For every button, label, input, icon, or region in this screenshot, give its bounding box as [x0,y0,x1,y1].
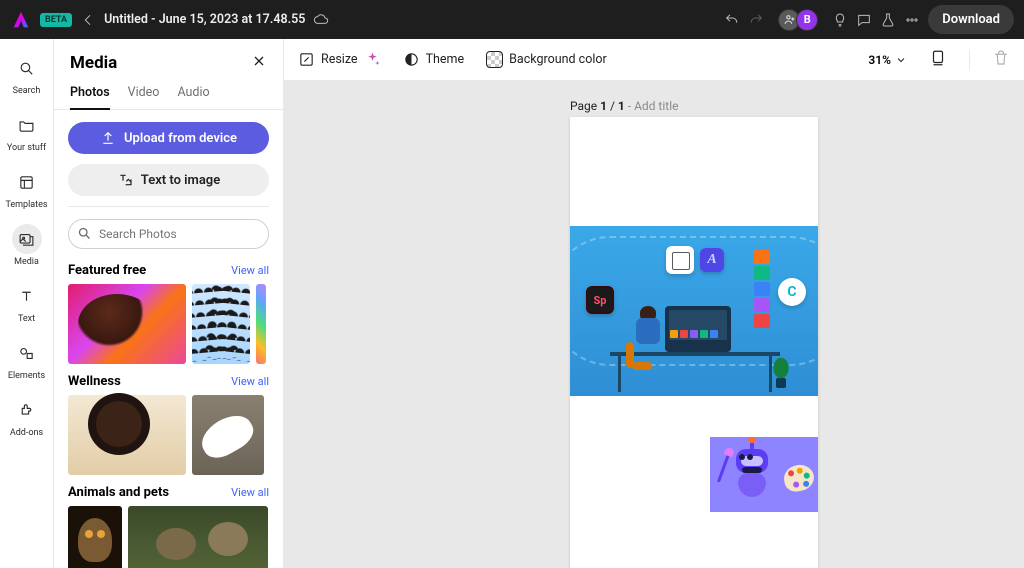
bgcolor-label: Background color [509,52,607,67]
transparent-swatch-icon [486,51,503,68]
rail-label: Media [14,257,39,267]
canvas-image-robot[interactable] [710,437,818,512]
photo-thumb[interactable] [192,395,264,475]
rail-label: Your stuff [7,143,46,153]
rail-label: Text [18,314,35,324]
photo-thumb[interactable] [256,284,266,364]
media-panel: Media Photos Video Audio Upload from dev… [54,39,284,568]
lightbulb-icon[interactable] [832,12,848,28]
tab-video[interactable]: Video [128,79,160,109]
app-icon-c: C [778,278,806,306]
top-bar: BETA Untitled - June 15, 2023 at 17.48.5… [0,0,1024,39]
tab-photos[interactable]: Photos [70,79,110,110]
more-icon[interactable] [904,12,920,28]
photo-thumb[interactable] [68,284,186,364]
share-avatars[interactable]: B [778,9,818,31]
photo-thumb[interactable] [192,284,250,364]
rail-label: Elements [8,371,45,381]
rail-label: Search [13,86,41,96]
section-animals-title: Animals and pets [68,485,169,500]
tab-audio[interactable]: Audio [177,79,209,109]
rail-label: Templates [5,200,47,210]
rail-your-stuff[interactable]: Your stuff [4,106,50,157]
photo-thumb[interactable] [68,506,122,568]
pages-icon[interactable] [929,49,947,71]
photo-thumb[interactable] [68,395,186,475]
zoom-value: 31% [868,53,891,67]
redo-icon[interactable] [748,12,764,28]
page-indicator[interactable]: Page 1 / 1 - Add title [570,99,678,113]
download-button[interactable]: Download [928,5,1014,34]
upload-label: Upload from device [124,131,237,146]
app-icon-image [666,246,694,274]
section-featured-title: Featured free [68,263,146,278]
folder-icon [12,110,42,140]
featured-thumbs [68,284,269,364]
wellness-thumbs [68,395,269,475]
main-area: Resize Theme Background color 31% [284,39,1024,568]
canvas-area[interactable]: Page 1 / 1 - Add title Sp A C [284,81,1024,568]
beaker-icon[interactable] [880,12,896,28]
search-icon [77,226,92,245]
text-to-image-button[interactable]: Text to image [68,164,269,196]
delete-icon[interactable] [992,49,1010,71]
beta-badge: BETA [40,13,72,27]
zoom-control[interactable]: 31% [868,53,907,67]
canvas-page[interactable]: Sp A C [570,117,818,568]
rail-templates[interactable]: Templates [4,163,50,214]
media-icon [12,224,42,254]
rail-label: Add-ons [10,428,43,438]
search-photos-input[interactable] [68,219,269,249]
tool-column [754,250,770,328]
view-all-featured[interactable]: View all [231,264,269,277]
panel-title: Media [70,53,117,73]
addons-icon [12,395,42,425]
theme-label: Theme [426,52,465,67]
app-icon-a: A [700,248,724,272]
upload-from-device-button[interactable]: Upload from device [68,122,269,154]
animals-thumbs [68,506,269,568]
elements-icon [12,338,42,368]
left-rail: Search Your stuff Templates Media Text E… [0,39,54,568]
templates-icon [12,167,42,197]
rail-text[interactable]: Text [4,277,50,328]
photo-thumb[interactable] [128,506,268,568]
cloud-sync-icon[interactable] [313,12,329,28]
rail-addons[interactable]: Add-ons [4,391,50,442]
view-all-wellness[interactable]: View all [231,375,269,388]
user-avatar[interactable]: B [796,9,818,31]
rail-media[interactable]: Media [4,220,50,271]
canvas-image-designer[interactable]: Sp A C [570,226,818,396]
background-color-button[interactable]: Background color [486,51,607,68]
adobe-logo[interactable] [10,9,32,31]
media-tabs: Photos Video Audio [54,79,283,110]
undo-icon[interactable] [724,12,740,28]
back-icon[interactable] [80,12,96,28]
document-title[interactable]: Untitled - June 15, 2023 at 17.48.55 [104,12,305,27]
rail-elements[interactable]: Elements [4,334,50,385]
theme-button[interactable]: Theme [403,51,465,68]
search-icon [12,53,42,83]
resize-button[interactable]: Resize [298,51,381,68]
text-icon [12,281,42,311]
rail-search[interactable]: Search [4,49,50,100]
view-all-animals[interactable]: View all [231,486,269,499]
section-wellness-title: Wellness [68,374,121,389]
close-panel-icon[interactable] [251,53,267,73]
resize-label: Resize [321,52,358,67]
app-icon-sp: Sp [586,286,614,314]
text-to-image-label: Text to image [141,173,220,188]
canvas-toolbar: Resize Theme Background color 31% [284,39,1024,81]
add-title-placeholder[interactable]: Add title [634,99,678,113]
comment-icon[interactable] [856,12,872,28]
